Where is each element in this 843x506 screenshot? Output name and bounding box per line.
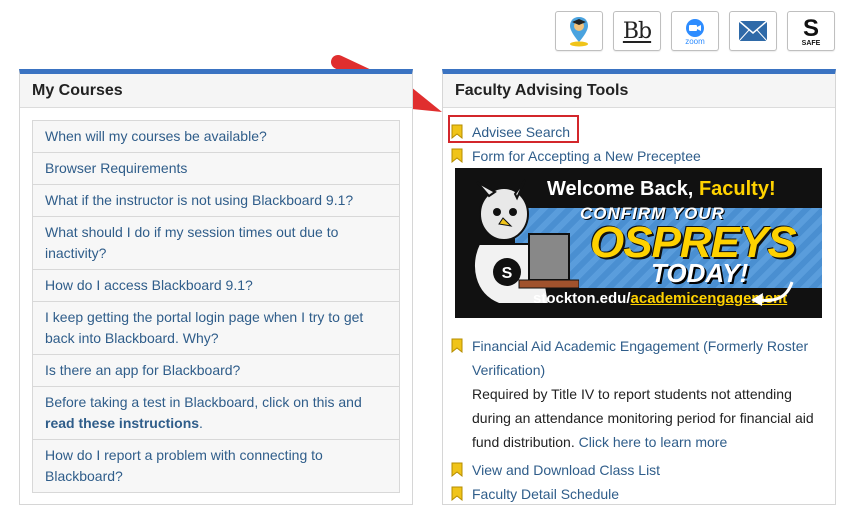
mail-icon[interactable] bbox=[729, 11, 777, 51]
faq-item[interactable]: How do I report a problem with connectin… bbox=[33, 440, 399, 492]
faculty-schedule-link[interactable]: Faculty Detail Schedule bbox=[451, 482, 827, 506]
faq-item[interactable]: I keep getting the portal login page whe… bbox=[33, 302, 399, 355]
learn-more-link[interactable]: Click here to learn more bbox=[579, 434, 728, 450]
highlight-box bbox=[448, 115, 579, 143]
safe-icon[interactable]: S SAFE bbox=[787, 11, 835, 51]
bookmark-icon bbox=[451, 148, 463, 163]
my-courses-panel: My Courses When will my courses be avail… bbox=[19, 69, 413, 505]
faq-item[interactable]: What should I do if my session times out… bbox=[33, 217, 399, 270]
quick-links-bar: Bb zoom S SAFE bbox=[555, 11, 835, 51]
graduate-map-pin-icon[interactable] bbox=[555, 11, 603, 51]
faq-item[interactable]: Browser Requirements bbox=[33, 153, 399, 185]
bookmark-icon bbox=[451, 338, 463, 353]
svg-text:S: S bbox=[502, 265, 513, 282]
faculty-advising-title: Faculty Advising Tools bbox=[443, 74, 835, 108]
blackboard-icon[interactable]: Bb bbox=[613, 11, 661, 51]
preceptee-form-link[interactable]: Form for Accepting a New Preceptee bbox=[451, 144, 827, 168]
banner-today: TODAY! bbox=[651, 258, 749, 288]
bookmark-icon bbox=[451, 462, 463, 477]
academic-engagement-banner[interactable]: S Welcome Back, Faculty! CONFIRM YOUR OS… bbox=[455, 168, 822, 318]
class-list-link[interactable]: View and Download Class List bbox=[451, 458, 827, 482]
faq-item[interactable]: What if the instructor is not using Blac… bbox=[33, 185, 399, 217]
faq-item[interactable]: Before taking a test in Blackboard, clic… bbox=[33, 387, 399, 440]
faq-item[interactable]: When will my courses be available? bbox=[33, 121, 399, 153]
financial-aid-description: Required by Title IV to report students … bbox=[472, 386, 814, 450]
my-courses-title: My Courses bbox=[20, 74, 412, 108]
banner-welcome: Welcome Back, Faculty! bbox=[547, 178, 776, 200]
curved-arrow-icon bbox=[751, 281, 794, 306]
faq-item[interactable]: Is there an app for Blackboard? bbox=[33, 355, 399, 387]
faq-item[interactable]: How do I access Blackboard 9.1? bbox=[33, 270, 399, 302]
faq-list: When will my courses be available? Brows… bbox=[32, 120, 400, 493]
bookmark-icon bbox=[451, 486, 463, 501]
zoom-icon[interactable]: zoom bbox=[671, 11, 719, 51]
safe-label: SAFE bbox=[802, 40, 821, 47]
financial-aid-link[interactable]: Financial Aid Academic Engagement (Forme… bbox=[451, 334, 827, 382]
zoom-label: zoom bbox=[685, 37, 705, 46]
svg-text:S: S bbox=[803, 15, 819, 42]
